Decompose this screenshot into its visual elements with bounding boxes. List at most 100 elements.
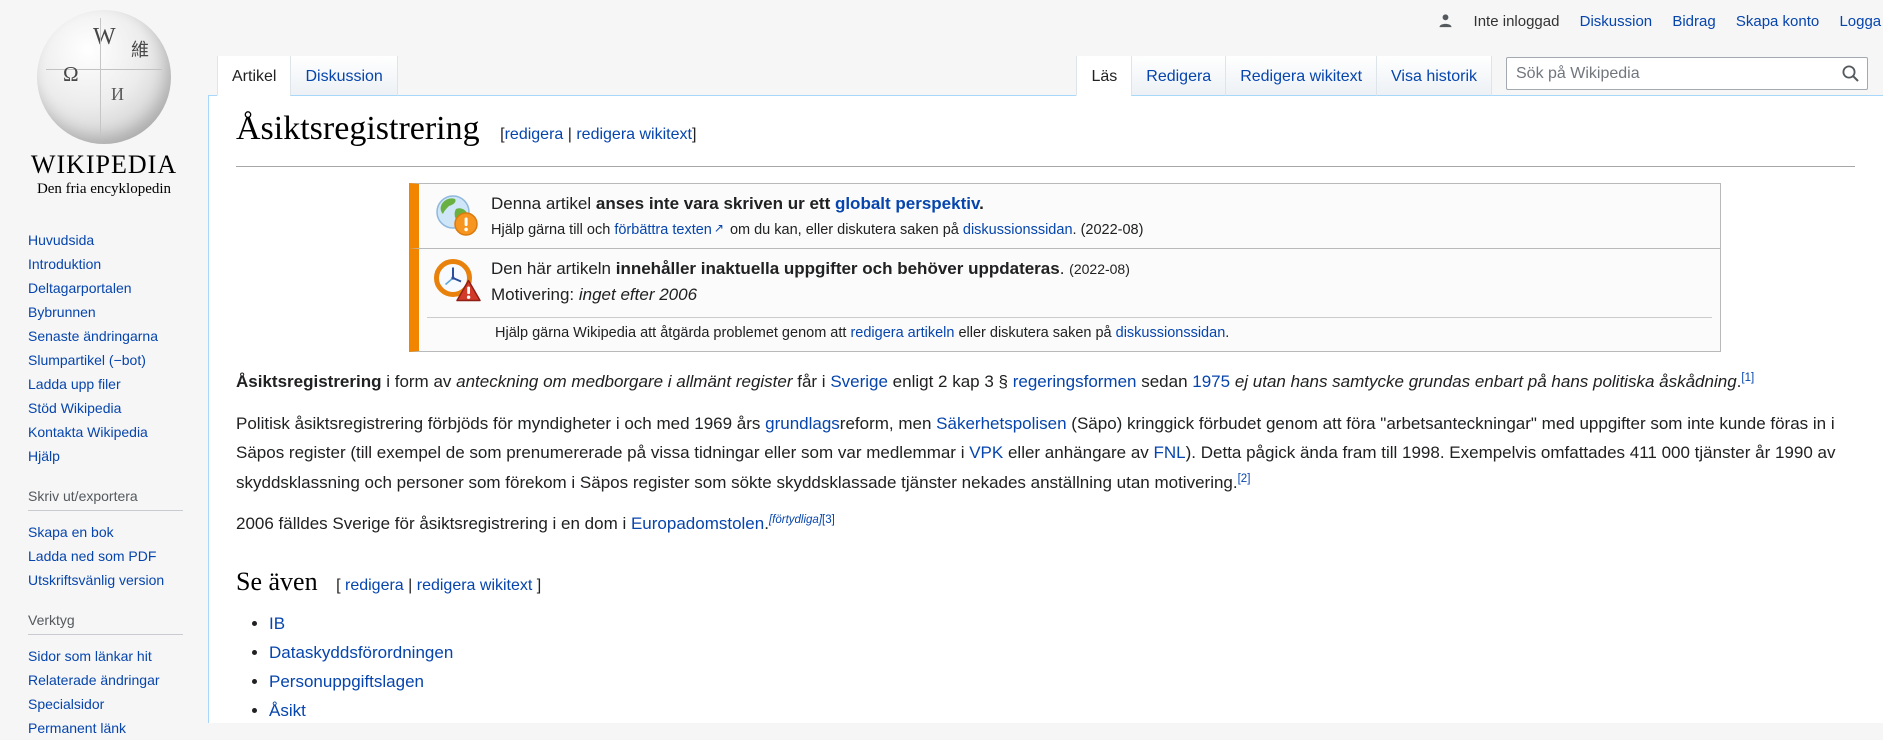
inline-link[interactable]: [1] [1741, 372, 1754, 384]
inline-link[interactable]: diskussionssidan [963, 222, 1073, 238]
inline-link[interactable]: [3] [822, 514, 835, 526]
inline-link[interactable]: diskussionssidan [1116, 325, 1226, 341]
sidebar-item-introduktion[interactable]: Introduktion [28, 252, 188, 276]
globe-issue-icon [423, 193, 491, 239]
globe-glyph: 維 [131, 40, 149, 60]
inline-link[interactable]: Sverige [830, 372, 888, 391]
inline-link[interactable]: redigera wikitext [417, 577, 533, 594]
sidebar-item-sidor-som-lankar-hit[interactable]: Sidor som länkar hit [28, 644, 188, 668]
text-segment: (2022-08) [1069, 261, 1130, 277]
sidebar-item-stod-wikipedia[interactable]: Stöd Wikipedia [28, 396, 188, 420]
link-dataskyddsforordningen[interactable]: Dataskyddsförordningen [269, 643, 453, 662]
list-item: Dataskyddsförordningen [269, 638, 1855, 667]
external-link-icon[interactable]: ↗ [714, 221, 724, 235]
text-segment: | [563, 126, 577, 143]
section-heading-se-aven: Se även [ redigera | redigera wikitext ] [236, 567, 1855, 597]
title-edit-links: [redigera | redigera wikitext] [500, 126, 696, 143]
notice-divider [427, 317, 1712, 318]
notice-text-main: Den här artikeln innehåller inaktuella u… [491, 256, 1708, 282]
sidebar-item-bybrunnen[interactable]: Bybrunnen [28, 300, 188, 324]
text-segment: Hjälp gärna Wikipedia att åtgärda proble… [495, 325, 851, 341]
sidebar-item-ladda-ned-som-pdf[interactable]: Ladda ned som PDF [28, 544, 188, 568]
inline-link[interactable]: redigera [345, 577, 404, 594]
inline-link[interactable]: redigera artikeln [850, 325, 954, 341]
inline-link[interactable]: redigera wikitext [576, 126, 692, 143]
search-icon[interactable] [1841, 64, 1860, 83]
wikipedia-logo[interactable]: W Ω 維 И WIKIPEDIA Den fria encyklopedin [0, 0, 208, 198]
notice-text-motivation: Motivering: inget efter 2006 [491, 282, 1708, 308]
sidebar-item-relaterade-andringar[interactable]: Relaterade ändringar [28, 668, 188, 692]
text-segment: Motivering: [491, 285, 579, 304]
sidebar-item-hjalp[interactable]: Hjälp [28, 444, 188, 468]
section-heading-text: Se även [236, 566, 318, 596]
inline-link[interactable]: Säkerhetspolisen [936, 414, 1066, 433]
link-ib[interactable]: IB [269, 614, 285, 633]
text-segment: . (2022-08) [1072, 222, 1144, 238]
sidebar-item-specialsidor[interactable]: Specialsidor [28, 692, 188, 716]
sidebar-item-huvudsida[interactable]: Huvudsida [28, 228, 188, 252]
view-tabs: Läs Redigera Redigera wikitext Visa hist… [1076, 56, 1492, 96]
tab-redigera-wikitext[interactable]: Redigera wikitext [1225, 56, 1377, 96]
sidebar: W Ω 維 И WIKIPEDIA Den fria encyklopedin … [0, 0, 208, 736]
text-segment: Åsiktsregistrering [236, 372, 382, 391]
sidebar-item-ladda-upp-filer[interactable]: Ladda upp filer [28, 372, 188, 396]
tab-redigera[interactable]: Redigera [1131, 56, 1226, 96]
inline-link[interactable]: VPK [969, 443, 1003, 462]
tab-visa-historik[interactable]: Visa historik [1376, 56, 1492, 96]
link-personuppgiftslagen[interactable]: Personuppgiftslagen [269, 672, 424, 691]
inline-link[interactable]: 1975 [1192, 372, 1230, 391]
inline-link[interactable]: förbättra texten [614, 222, 712, 238]
login-status: Inte inloggad [1473, 12, 1560, 30]
inline-link[interactable]: globalt perspektiv [835, 194, 979, 213]
inline-link[interactable]: [förtydliga] [769, 514, 822, 526]
notice-global-perspective: Denna artikel anses inte vara skriven ur… [409, 183, 1721, 249]
sidebar-item-kontakta-wikipedia[interactable]: Kontakta Wikipedia [28, 420, 188, 444]
sidebar-heading-print-export: Skriv ut/exportera [28, 488, 183, 511]
text-segment: innehåller inaktuella uppgifter och behö… [615, 259, 1060, 278]
sidebar-item-permanent-lank[interactable]: Permanent länk [28, 716, 188, 740]
globe-glyph: Ω [63, 62, 79, 86]
personal-link-bidrag[interactable]: Bidrag [1672, 13, 1715, 30]
inline-link[interactable]: FNL [1154, 443, 1186, 462]
text-segment: reform, men [839, 413, 937, 433]
text-segment: 2006 fälldes Sverige för åsiktsregistrer… [236, 514, 631, 533]
inline-link[interactable]: [2] [1238, 473, 1251, 485]
globe-glyph: W [93, 24, 116, 50]
sidebar-item-utskriftsvanlig-version[interactable]: Utskriftsvänlig version [28, 568, 188, 592]
personal-link-skapa-konto[interactable]: Skapa konto [1736, 13, 1819, 30]
text-segment: enligt 2 kap 3 § [887, 372, 1013, 391]
globe-glyph: И [111, 84, 124, 104]
text-segment: . [979, 194, 984, 213]
list-item: Åsikt [269, 696, 1855, 725]
text-segment: Denna artikel [491, 194, 596, 213]
tab-artikel[interactable]: Artikel [217, 56, 291, 96]
paragraph-history: Politisk åsiktsregistrering förbjöds för… [236, 409, 1855, 498]
sidebar-item-skapa-en-bok[interactable]: Skapa en bok [28, 520, 188, 544]
personal-link-diskussion[interactable]: Diskussion [1580, 13, 1653, 30]
text-segment: sedan [1136, 372, 1193, 391]
search-input[interactable] [1506, 57, 1868, 90]
inline-link[interactable]: grundlags [765, 414, 840, 433]
logo-tagline: Den fria encyklopedin [36, 181, 172, 197]
sidebar-item-slumpartikel[interactable]: Slumpartikel (−bot) [28, 348, 188, 372]
tab-las[interactable]: Läs [1076, 56, 1132, 96]
text-segment: ] [532, 576, 542, 594]
inline-link[interactable]: redigera [505, 126, 564, 143]
sidebar-heading-tools: Verktyg [28, 612, 183, 635]
paragraph-intro: Åsiktsregistrering i form av anteckning … [236, 367, 1855, 397]
se-aven-list: IB Dataskyddsförordningen Personuppgifts… [236, 609, 1855, 725]
notice-text-main: Denna artikel anses inte vara skriven ur… [491, 191, 1708, 217]
link-asikt[interactable]: Åsikt [269, 701, 306, 720]
text-segment: Hjälp gärna till och [491, 222, 615, 238]
sidebar-item-deltagarportalen[interactable]: Deltagarportalen [28, 276, 188, 300]
inline-link[interactable]: Europadomstolen [631, 514, 764, 533]
text-segment: ] [691, 126, 697, 143]
puzzle-globe-icon[interactable]: W Ω 維 И [37, 10, 171, 144]
notice-outdated: Den här artikeln innehåller inaktuella u… [409, 248, 1721, 352]
tab-diskussion[interactable]: Diskussion [290, 56, 398, 96]
clock-warning-icon [423, 257, 491, 307]
inline-link[interactable]: regeringsformen [1013, 372, 1137, 391]
personal-link-logga-in[interactable]: Logga in [1839, 13, 1883, 30]
text-segment: Den här artikeln [491, 259, 616, 278]
sidebar-item-senaste-andringarna[interactable]: Senaste ändringarna [28, 324, 188, 348]
